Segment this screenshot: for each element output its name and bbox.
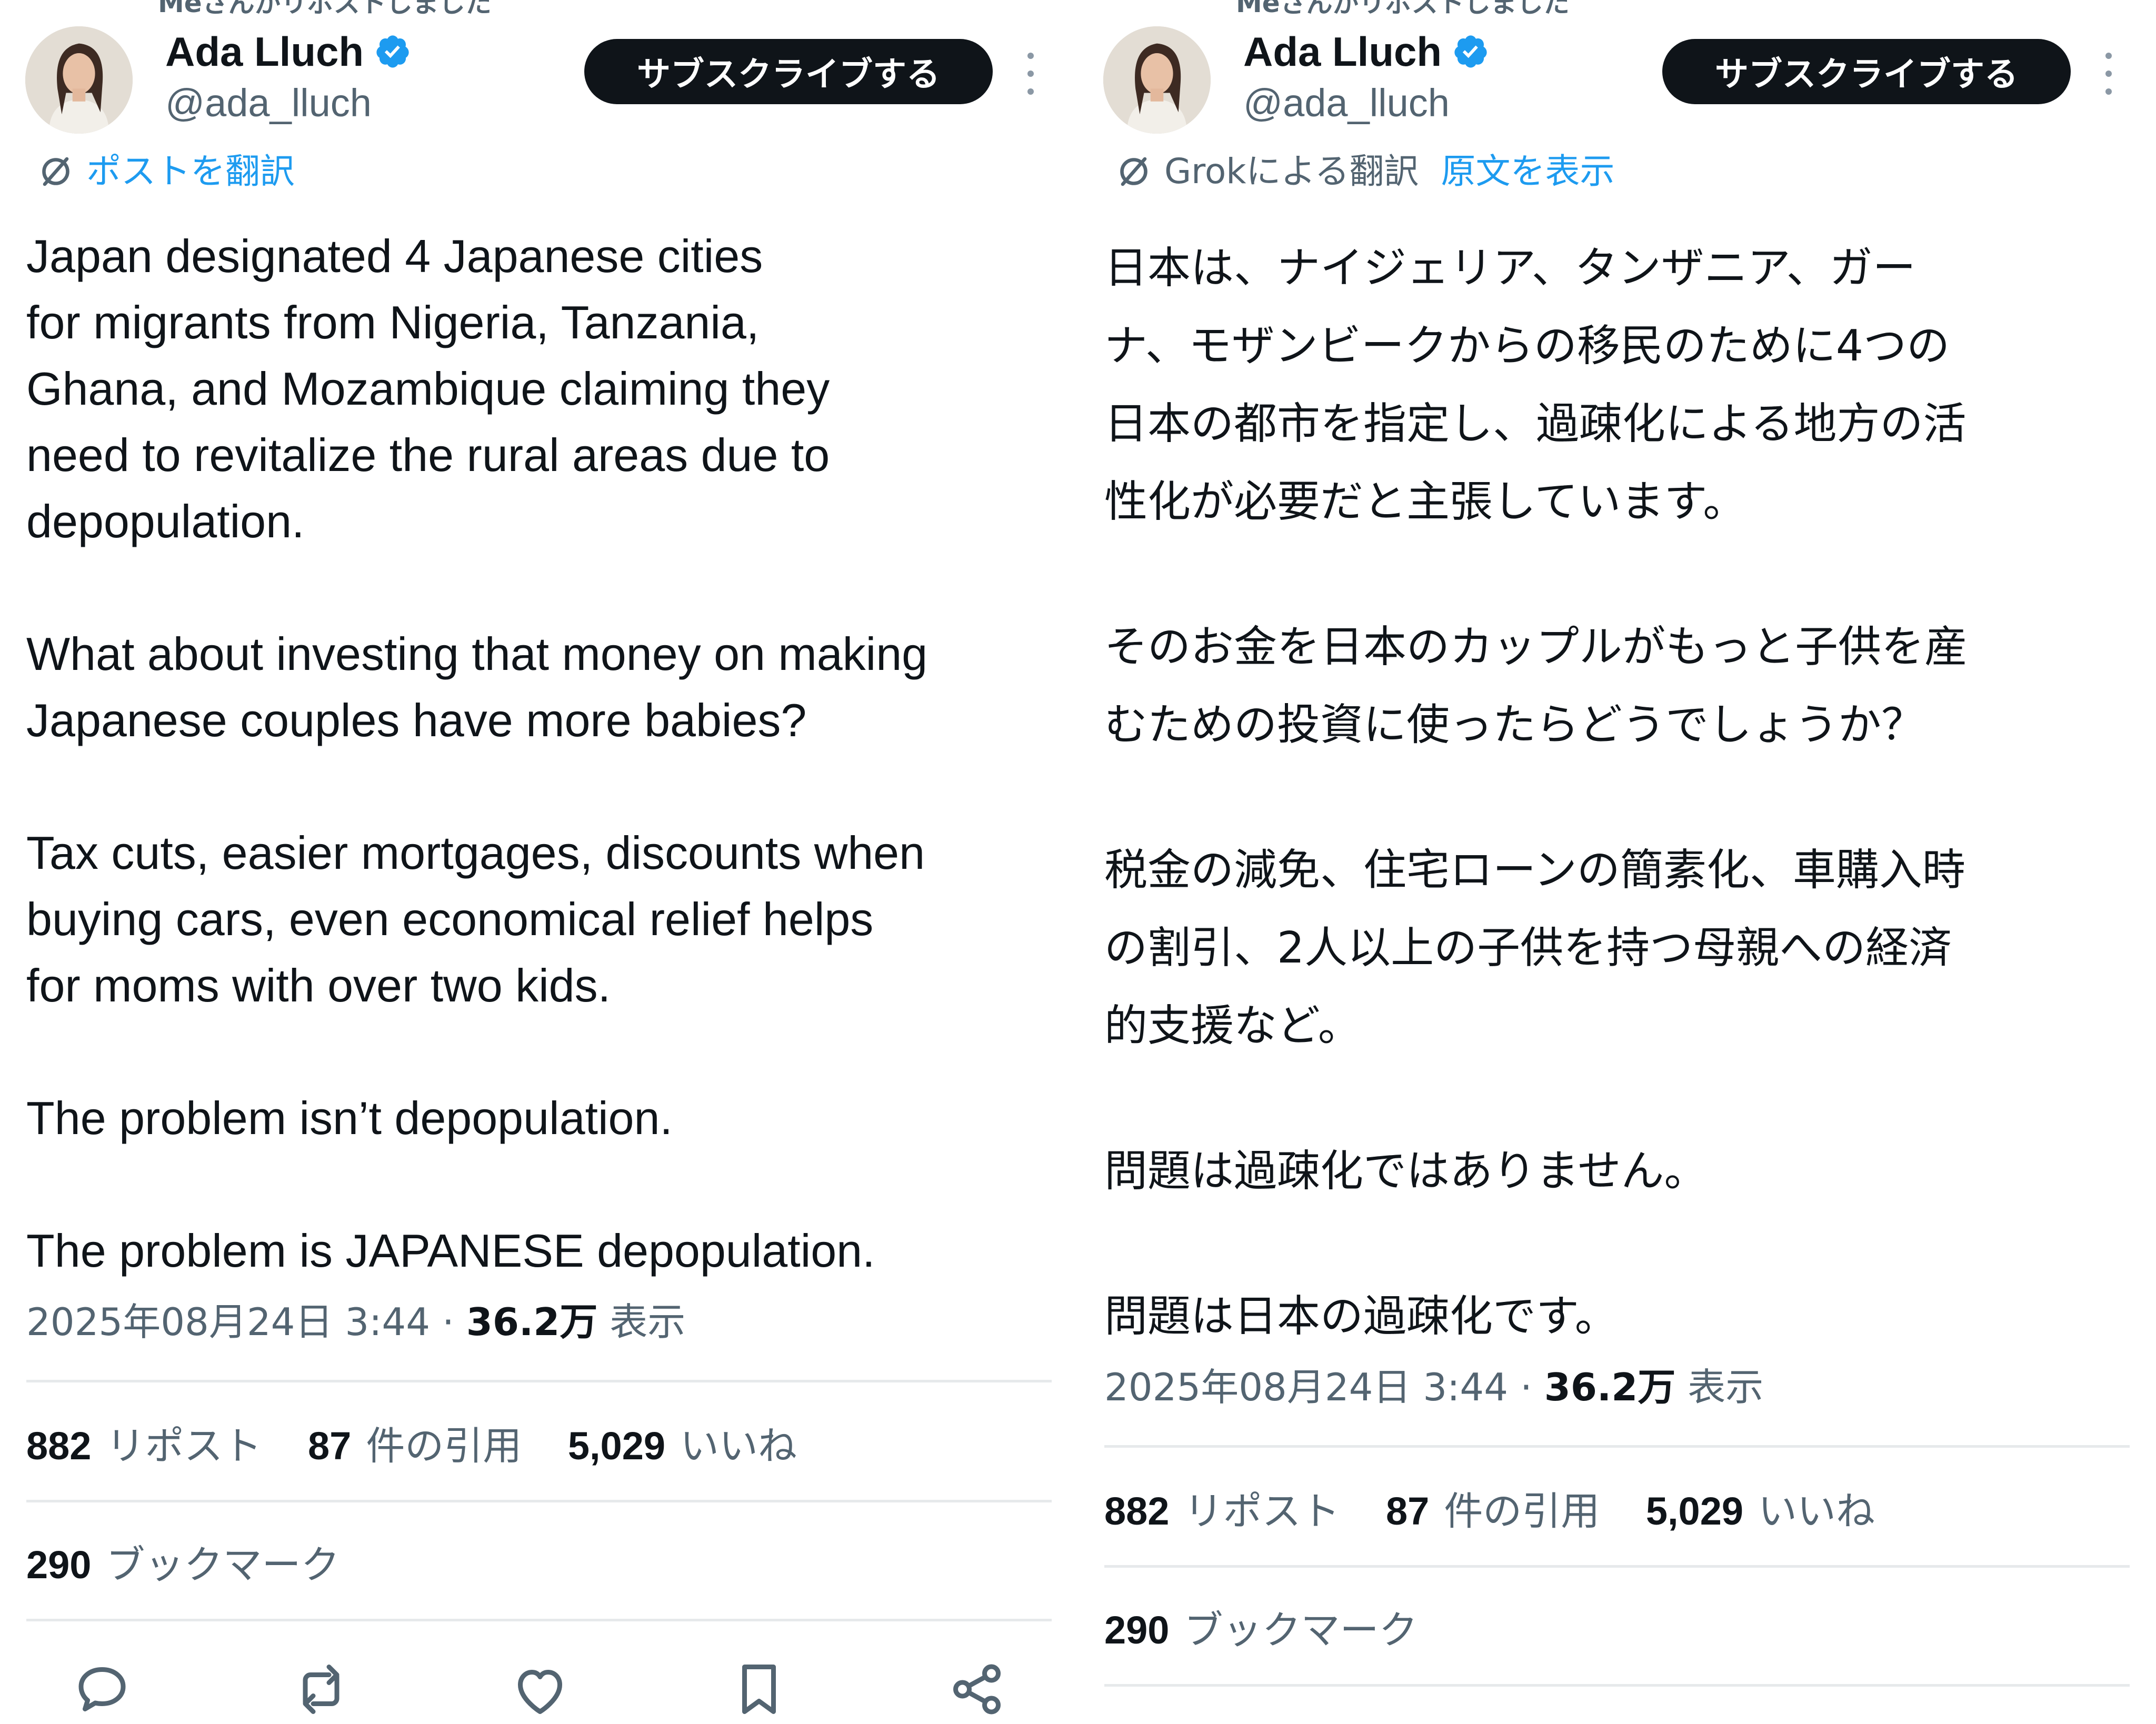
view-count: 36.2万 xyxy=(466,1300,598,1344)
tweet-paragraph: Japan designated 4 Japanese cities for m… xyxy=(26,230,830,547)
divider xyxy=(26,1500,1052,1502)
repost-context-text: Meさんがリポストしました xyxy=(158,0,492,18)
author-name-row[interactable]: Ada Lluch xyxy=(1243,26,1489,77)
tweet-text: Japan designated 4 Japanese cities for m… xyxy=(26,223,1069,1284)
view-count-label: 表示 xyxy=(610,1300,686,1344)
reposts-label: リポスト xyxy=(106,1424,262,1469)
action-bar xyxy=(0,1658,1078,1721)
repost-context-text: Meさんがリポストしました xyxy=(1236,0,1570,18)
reposts-label: リポスト xyxy=(1184,1489,1340,1534)
divider xyxy=(26,1380,1052,1382)
meta-separator: · xyxy=(442,1300,454,1344)
translated-by-label: Grokによる翻訳 xyxy=(1164,151,1419,192)
divider xyxy=(1104,1445,2130,1448)
likes-label: いいね xyxy=(680,1424,797,1469)
bookmarks-count: 290 xyxy=(1104,1608,1170,1652)
reply-icon[interactable] xyxy=(71,1658,134,1721)
tweet-text: 日本は、ナイジェリア、タンザニア、ガー ナ、モザンビークからの移民のために4つの… xyxy=(1104,229,2147,1356)
reposts-count: 882 xyxy=(1104,1489,1170,1533)
translate-post-label[interactable]: ポストを翻訳 xyxy=(86,149,295,194)
tweet-paragraph: 税金の減免、住宅ローンの簡素化、車購入時 の割引、2人以上の子供を持つ母親への経… xyxy=(1104,845,1965,1051)
verified-badge-icon[interactable] xyxy=(1452,33,1489,70)
avatar-image xyxy=(25,26,133,134)
bookmarks-stat[interactable]: 290 ブックマーク xyxy=(26,1539,340,1591)
translation-info-row: Grokによる翻訳 原文を表示 xyxy=(1115,149,1614,194)
tweet-panel-original: Meさんがリポストしました Ada Lluch @ada_lluch サブスクラ… xyxy=(0,0,1078,1724)
avatar[interactable] xyxy=(1103,26,1211,134)
quotes-label: 件の引用 xyxy=(1444,1489,1600,1534)
tweet-paragraph: What about investing that money on makin… xyxy=(26,628,928,746)
translate-icon xyxy=(1120,157,1147,186)
author-name-row[interactable]: Ada Lluch xyxy=(165,26,411,77)
more-options-icon[interactable] xyxy=(1020,53,1041,95)
engagement-stats: 882 リポスト 87 件の引用 5,029 いいね xyxy=(26,1420,831,1472)
tweet-paragraph: 日本は、ナイジェリア、タンザニア、ガー ナ、モザンビークからの移民のために4つの… xyxy=(1104,243,1967,527)
bookmarks-stat[interactable]: 290 ブックマーク xyxy=(1104,1604,1418,1657)
quotes-count: 87 xyxy=(308,1424,352,1468)
share-icon[interactable] xyxy=(945,1658,1009,1721)
reposts-stat[interactable]: 882 リポスト xyxy=(1104,1485,1340,1538)
tweet-meta: 2025年08月24日 3:44 · 36.2万 表示 xyxy=(1104,1362,1763,1412)
author-handle[interactable]: @ada_lluch xyxy=(165,78,372,128)
repost-icon[interactable] xyxy=(290,1658,353,1721)
quotes-stat[interactable]: 87 件の引用 xyxy=(308,1420,522,1472)
translate-icon xyxy=(42,157,69,186)
verified-badge-icon[interactable] xyxy=(374,33,411,70)
reposts-stat[interactable]: 882 リポスト xyxy=(26,1420,262,1472)
bookmark-icon[interactable] xyxy=(727,1658,791,1721)
tweet-paragraph: Tax cuts, easier mortgages, discounts wh… xyxy=(26,827,925,1011)
tweet-paragraph: The problem is JAPANESE depopulation. xyxy=(26,1225,875,1277)
likes-count: 5,029 xyxy=(567,1424,666,1468)
subscribe-button[interactable]: サブスクライブする xyxy=(1662,39,2071,104)
reposts-count: 882 xyxy=(26,1424,92,1468)
bookmark-stats: 290 ブックマーク xyxy=(26,1539,373,1591)
tweet-paragraph: 問題は過疎化ではありません。 xyxy=(1104,1146,1708,1196)
view-count-label: 表示 xyxy=(1688,1365,1764,1409)
likes-count: 5,029 xyxy=(1645,1489,1744,1533)
show-original-link[interactable]: 原文を表示 xyxy=(1441,149,1614,194)
avatar[interactable] xyxy=(25,26,133,134)
engagement-stats: 882 リポスト 87 件の引用 5,029 いいね xyxy=(1104,1485,1909,1538)
likes-label: いいね xyxy=(1758,1489,1875,1534)
quotes-stat[interactable]: 87 件の引用 xyxy=(1386,1485,1600,1538)
meta-separator: · xyxy=(1520,1365,1532,1409)
bookmarks-count: 290 xyxy=(26,1543,92,1587)
avatar-image xyxy=(1103,26,1211,134)
likes-stat[interactable]: 5,029 いいね xyxy=(1646,1485,1875,1538)
quotes-label: 件の引用 xyxy=(366,1424,522,1469)
bookmark-stats: 290 ブックマーク xyxy=(1104,1604,1451,1657)
more-options-icon[interactable] xyxy=(2098,53,2119,95)
divider xyxy=(1104,1684,2130,1687)
tweet-paragraph: 問題は日本の過疎化です。 xyxy=(1104,1291,1618,1341)
tweet-timestamp[interactable]: 2025年08月24日 3:44 xyxy=(26,1300,430,1344)
author-name[interactable]: Ada Lluch xyxy=(165,26,364,77)
quotes-count: 87 xyxy=(1386,1489,1430,1533)
likes-stat[interactable]: 5,029 いいね xyxy=(568,1420,797,1472)
divider xyxy=(1104,1565,2130,1568)
like-icon[interactable] xyxy=(508,1658,572,1721)
view-count: 36.2万 xyxy=(1544,1365,1676,1409)
author-handle[interactable]: @ada_lluch xyxy=(1243,78,1450,128)
bookmarks-label: ブックマーク xyxy=(106,1542,340,1588)
tweet-meta: 2025年08月24日 3:44 · 36.2万 表示 xyxy=(26,1297,685,1347)
bookmarks-label: ブックマーク xyxy=(1184,1608,1418,1653)
divider xyxy=(26,1619,1052,1621)
tweet-paragraph: The problem isn’t depopulation. xyxy=(26,1092,673,1144)
subscribe-button[interactable]: サブスクライブする xyxy=(584,39,993,104)
tweet-timestamp[interactable]: 2025年08月24日 3:44 xyxy=(1104,1365,1508,1409)
tweet-paragraph: そのお金を日本のカップルがもっと子供を産 むための投資に使ったらどうでしょうか？ xyxy=(1104,622,1968,750)
tweet-panel-translated: Meさんがリポストしました Ada Lluch @ada_lluch サブスクラ… xyxy=(1078,0,2156,1724)
author-name[interactable]: Ada Lluch xyxy=(1243,26,1442,77)
translate-post-link[interactable]: ポストを翻訳 xyxy=(37,149,295,194)
